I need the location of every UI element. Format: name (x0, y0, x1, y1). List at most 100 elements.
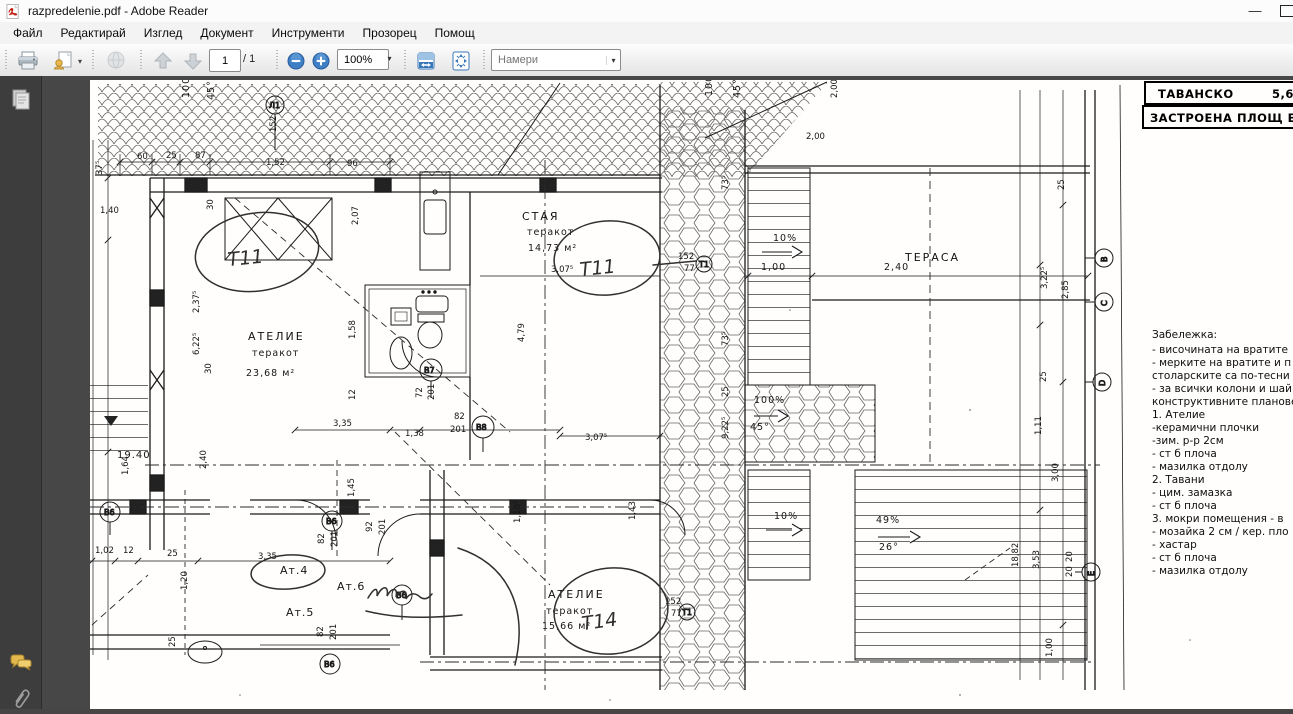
room-area: 14,73 м² (528, 243, 577, 254)
toolbar-grip (276, 50, 278, 70)
slope-label: 10% (774, 511, 798, 522)
slope-label: 10% (773, 233, 797, 244)
room-finish: теракот (252, 348, 299, 359)
note-line: -керамични плочки (1152, 422, 1259, 434)
comments-panel-icon[interactable] (9, 652, 33, 676)
unit-label: Ат.4 (280, 564, 308, 577)
dim-label: 18,82 (1011, 543, 1021, 567)
dim-label: 82 (317, 533, 327, 544)
fit-width-button[interactable] (411, 47, 441, 75)
dim-label: 201 (450, 425, 466, 435)
globe-icon (105, 51, 127, 71)
dim-label: 82 (316, 626, 326, 637)
menu-help[interactable]: Помощ (426, 23, 484, 43)
dim-label: 1,58 (348, 320, 358, 339)
print-button[interactable] (12, 47, 44, 75)
dim-label: 1,64 (121, 456, 131, 475)
dim-label: 25 (721, 386, 731, 397)
find-input[interactable] (492, 53, 606, 67)
pages-panel-icon[interactable] (9, 88, 33, 112)
dim-label: 2,85 (1061, 280, 1071, 299)
note-line: - цим. замазка (1152, 487, 1232, 499)
dim-label: 30 (204, 363, 214, 374)
dim-label: 2,07 (351, 206, 361, 225)
toolbar: ▾ / 1 100% (0, 44, 1293, 77)
dim-label: 201 (427, 384, 437, 400)
zoom-level-combobox[interactable]: 100% (337, 49, 389, 70)
zoom-out-button[interactable] (283, 47, 309, 75)
dim-label: 77 (671, 609, 682, 619)
note-line: -зим. р-р 2см (1152, 435, 1224, 447)
menu-document[interactable]: Документ (191, 23, 262, 43)
zoom-in-icon (312, 52, 330, 70)
dim-label: 4,79 (517, 323, 527, 342)
dim-label: 201 (378, 519, 388, 535)
room-name: СТАЯ (522, 210, 560, 223)
grid-bubble: D (1098, 380, 1107, 386)
note-line: - мазилка отдолу (1152, 461, 1248, 473)
spec-table: ТАВАНСКО 5,6 ЗАСТРОЕНА ПЛОЩ ЕТ (1143, 82, 1293, 128)
note-line: 3. мокри помещения - в (1152, 513, 1284, 525)
dim-label: 3,35 (333, 419, 352, 429)
dim-label: 1,11 (1034, 416, 1044, 435)
grid-bubble: C (1100, 300, 1109, 306)
previous-page-button[interactable] (148, 47, 178, 75)
menu-file[interactable]: Файл (4, 23, 52, 43)
zoom-in-button[interactable] (308, 47, 334, 75)
bubble-label: В6 (326, 517, 337, 526)
minimize-button[interactable]: — (1242, 0, 1268, 22)
dim-label: 25 (166, 151, 177, 161)
dim-label: 82 (454, 412, 465, 422)
note-line: - мозайка 2 см / кер. пло (1152, 526, 1289, 538)
table-row1-label: ТАВАНСКО (1158, 87, 1234, 101)
zoom-level-value: 100% (344, 54, 372, 66)
fit-page-icon (451, 51, 471, 71)
toolbar-grip (483, 50, 485, 70)
collaborate-button-disabled (100, 47, 132, 75)
dim-label: 2,00 (806, 132, 825, 142)
dim-label: 1,52 (266, 158, 285, 168)
note-line: - мазилка отдолу (1152, 565, 1248, 577)
handwritten-t14: Т14 (580, 608, 619, 635)
menu-window[interactable]: Прозорец (354, 23, 426, 43)
attachments-panel-icon[interactable] (9, 688, 33, 712)
zoom-out-icon (287, 52, 305, 70)
unit-label: Ат.6 (337, 580, 365, 593)
dim-label: 12 (348, 389, 358, 400)
menu-view[interactable]: Изглед (135, 23, 192, 43)
find-box: ▾ (491, 49, 621, 71)
zoom-dropdown-caret[interactable]: ▾ (383, 49, 396, 68)
document-area: АТЕЛИЕ теракот 23,68 м² СТАЯ теракот 14,… (0, 76, 1293, 709)
next-page-button[interactable] (178, 47, 208, 75)
send-file-button[interactable]: ▾ (47, 47, 87, 75)
find-dropdown-caret[interactable]: ▾ (606, 56, 620, 65)
pdf-app-icon (6, 4, 21, 19)
navigation-sidebar (0, 76, 42, 709)
fit-page-button[interactable] (446, 47, 476, 75)
note-line: - ст б плоча (1152, 552, 1217, 564)
toilet-tank (418, 314, 444, 322)
fit-width-icon (416, 51, 436, 71)
page-number-input[interactable] (209, 49, 241, 72)
note-line: - височината на вратите (1152, 344, 1288, 356)
dim-label: 3,07⁵ (585, 433, 607, 443)
dim-label: 1,45 (347, 478, 357, 497)
arrow-up-icon (153, 51, 173, 71)
pdf-page[interactable]: АТЕЛИЕ теракот 23,68 м² СТАЯ теракот 14,… (90, 80, 1293, 709)
dim-label: 1,00 (761, 262, 786, 273)
arrow-down-icon (183, 51, 203, 71)
dim-label: 60 (137, 152, 148, 162)
table-row1-value: 5,6 (1272, 87, 1293, 101)
dim-label: 25 (167, 549, 178, 559)
menu-tools[interactable]: Инструменти (263, 23, 354, 43)
menu-edit[interactable]: Редактирай (52, 23, 135, 43)
notes-block: Забележка: - височината на вратите - мер… (1152, 329, 1293, 577)
dim-label: 20 (1065, 566, 1075, 577)
maximize-button[interactable] (1280, 5, 1293, 17)
bubble-label: В7 (424, 366, 435, 375)
dim-label: 73⁵ (721, 332, 731, 346)
send-dropdown-caret: ▾ (78, 57, 82, 66)
bubble-label: Л1 (269, 101, 280, 110)
handwritten-marks: Т11 Т11 Т14 (190, 205, 696, 665)
note-line: конструктивните планове (1152, 396, 1293, 408)
